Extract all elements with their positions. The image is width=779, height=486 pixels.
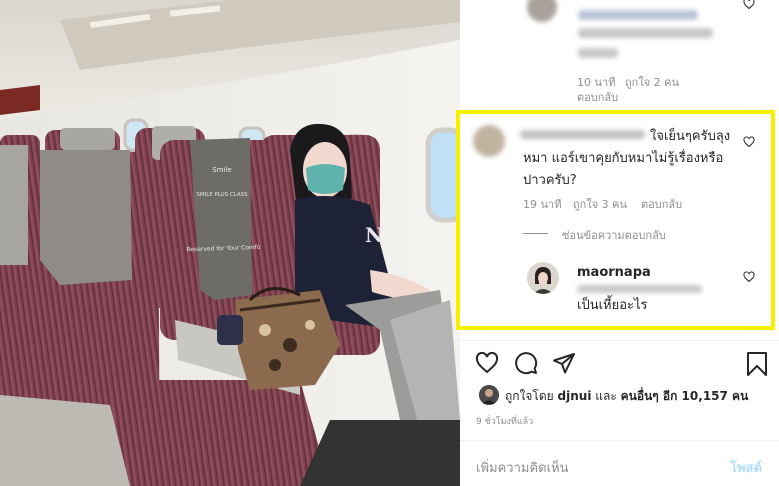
- comment1-username-blurred: [578, 10, 698, 20]
- add-comment-input[interactable]: เพิ่มความคิดเห็น: [476, 457, 569, 478]
- comment2-username-blurred[interactable]: [520, 130, 645, 139]
- like-heart-icon[interactable]: [475, 351, 499, 375]
- airplane-cabin-image: Smile SMILE PLUS CLASS Reserved for Your…: [0, 0, 460, 486]
- post-photo[interactable]: Smile SMILE PLUS CLASS Reserved for Your…: [0, 0, 460, 486]
- comment1-text-blurred: [578, 28, 713, 38]
- reply1-blurred-text: [577, 285, 702, 293]
- comment-bubble-icon[interactable]: [514, 351, 538, 375]
- divider-2: [460, 440, 779, 441]
- liked-by-prefix: ถูกใจโดย: [505, 389, 554, 403]
- liked-by-user[interactable]: djnui: [558, 389, 592, 403]
- headrest-class-text: SMILE PLUS CLASS: [196, 192, 248, 198]
- comment1-like-heart-icon[interactable]: [743, 0, 755, 10]
- comment2-like-heart-icon[interactable]: [743, 136, 755, 148]
- shirt-logo: N: [365, 223, 383, 247]
- comment2-text-line1: ใจเย็นๆครับลุง: [650, 129, 731, 144]
- comment2-text-line3: ปาวครับ?: [523, 173, 577, 188]
- comment2-text-line2: หมา แอร์เขาคุยกับหมาไม่รู้เรื่องหรือ: [523, 151, 724, 166]
- comment1-reply-button[interactable]: ตอบกลับ: [577, 88, 618, 106]
- comment2-reply-button[interactable]: ตอบกลับ: [641, 195, 682, 213]
- comment1-likes[interactable]: ถูกใจ 2 คน: [625, 73, 679, 91]
- post-timestamp: 9 ชั่วโมงที่แล้ว: [476, 417, 534, 427]
- liked-by-summary: ถูกใจโดย djnui และ คนอื่นๆ อีก 10,157 คน: [505, 387, 748, 406]
- comment2-likes[interactable]: ถูกใจ 3 คน: [573, 195, 627, 213]
- comment1-text-blurred-2: [578, 48, 618, 58]
- reply1-avatar[interactable]: [527, 262, 559, 294]
- reply1-text: เป็นเหี้ยอะไร: [577, 298, 648, 313]
- reply1-like-heart-icon[interactable]: [743, 271, 755, 283]
- divider: [460, 340, 779, 341]
- post-comment-button[interactable]: โพสต์: [730, 457, 762, 478]
- reply1-username[interactable]: maornapa: [577, 265, 651, 280]
- hide-replies-line: [523, 233, 548, 234]
- liked-by-others[interactable]: คนอื่นๆ อีก 10,157 คน: [621, 389, 749, 403]
- share-send-icon[interactable]: [552, 351, 576, 375]
- comment2-time: 19 นาที: [523, 198, 562, 211]
- reply1-avatar-image: [527, 262, 559, 294]
- save-bookmark-icon[interactable]: [746, 351, 768, 377]
- hide-replies-button[interactable]: ซ่อนข้อความตอบกลับ: [562, 226, 666, 244]
- liked-by-avatar[interactable]: [479, 385, 499, 405]
- headrest-logo-text: Smile: [212, 166, 231, 174]
- liked-by-avatar-image: [479, 385, 499, 405]
- comment2-avatar[interactable]: [473, 125, 505, 157]
- liked-by-and: และ: [595, 389, 617, 403]
